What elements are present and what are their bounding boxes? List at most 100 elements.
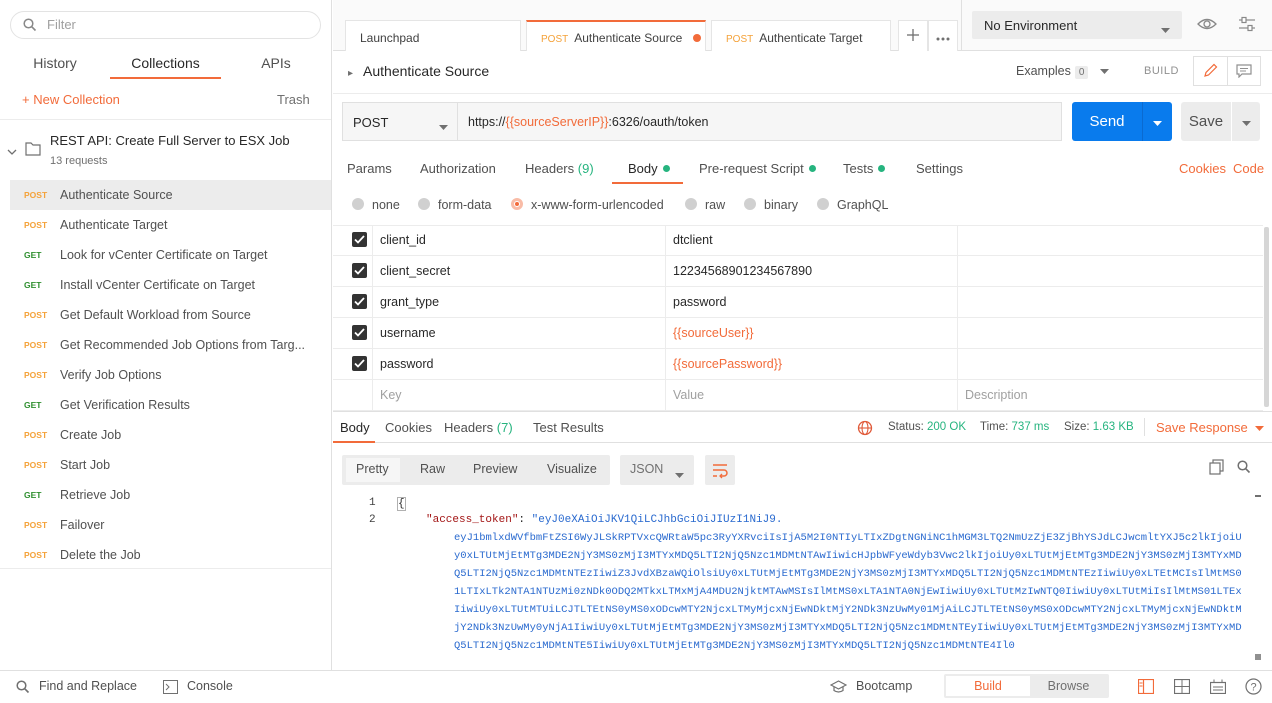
description-placeholder[interactable]: Description	[965, 388, 1028, 402]
row-key[interactable]: client_id	[380, 233, 426, 247]
more-tabs-button[interactable]	[928, 20, 958, 51]
row-checkbox[interactable]	[352, 325, 367, 340]
environment-select[interactable]: No Environment	[972, 11, 1182, 39]
sidebar-request-item[interactable]: POST Authenticate Source	[10, 180, 331, 210]
row-value[interactable]: 12234568901234567890	[673, 264, 812, 278]
sidebar-request-item[interactable]: POST Delete the Job	[10, 540, 331, 570]
build-mode-button[interactable]: Build	[946, 676, 1030, 696]
response-tab-test-results[interactable]: Test Results	[533, 420, 604, 435]
row-value[interactable]: {{sourcePassword}}	[673, 357, 782, 371]
row-checkbox[interactable]	[352, 232, 367, 247]
filter-input[interactable]	[47, 17, 307, 32]
bootcamp-button[interactable]: Bootcamp	[856, 679, 912, 693]
code-link[interactable]: Code	[1233, 161, 1264, 176]
response-tab-headers[interactable]: Headers (7)	[444, 420, 513, 435]
scrollbar[interactable]	[1264, 227, 1269, 407]
response-tab-body[interactable]: Body	[340, 420, 370, 435]
tab-settings[interactable]: Settings	[916, 161, 963, 176]
find-replace-button[interactable]: Find and Replace	[39, 679, 137, 693]
send-options-button[interactable]	[1143, 102, 1172, 141]
radio-graphql[interactable]: GraphQL	[817, 198, 888, 212]
trash-button[interactable]: Trash	[277, 92, 310, 107]
row-value[interactable]: password	[673, 295, 727, 309]
save-button[interactable]: Save	[1181, 102, 1231, 141]
environment-quick-look-button[interactable]	[1192, 11, 1222, 39]
tab-authorization[interactable]: Authorization	[420, 161, 496, 176]
tab-collections[interactable]: Collections	[110, 55, 221, 79]
sidebar-request-item[interactable]: POST Get Recommended Job Options from Tar…	[10, 330, 331, 360]
tab-tests[interactable]: Tests	[843, 161, 886, 176]
row-key[interactable]: password	[380, 357, 434, 371]
save-options-button[interactable]	[1232, 102, 1260, 141]
time-value[interactable]: 737 ms	[1012, 421, 1050, 433]
keyboard-shortcuts-icon[interactable]	[1209, 679, 1227, 697]
format-tab-preview[interactable]: Preview	[473, 462, 517, 476]
copy-icon[interactable]	[1209, 459, 1225, 478]
wrap-lines-button[interactable]	[705, 455, 735, 485]
edit-button[interactable]	[1193, 56, 1227, 86]
sidebar-request-item[interactable]: GET Look for vCenter Certificate on Targe…	[10, 240, 331, 270]
chevron-down-icon[interactable]	[7, 144, 17, 159]
row-checkbox[interactable]	[352, 294, 367, 309]
radio-none[interactable]: none	[352, 198, 400, 212]
new-tab-button[interactable]	[898, 20, 928, 51]
browse-mode-button[interactable]: Browse	[1030, 676, 1107, 696]
sidebar-request-item[interactable]: GET Retrieve Job	[10, 480, 331, 510]
comments-button[interactable]	[1227, 56, 1261, 86]
tab-apis[interactable]: APIs	[236, 55, 316, 79]
status-value[interactable]: 200 OK	[927, 421, 966, 433]
format-type-select[interactable]: JSON	[620, 455, 694, 485]
tab-authenticate-target[interactable]: POST Authenticate Target	[711, 20, 891, 51]
sidebar-request-item[interactable]: GET Install vCenter Certificate on Target	[10, 270, 331, 300]
row-checkbox[interactable]	[352, 263, 367, 278]
tab-prerequest-script[interactable]: Pre-request Script	[699, 161, 816, 176]
row-key[interactable]: username	[380, 326, 436, 340]
url-input[interactable]: https://{{sourceServerIP}}:6326/oauth/to…	[457, 102, 1062, 141]
radio-binary[interactable]: binary	[744, 198, 798, 212]
two-pane-view-icon[interactable]	[1137, 678, 1155, 697]
sidebar-request-item[interactable]: POST Start Job	[10, 450, 331, 480]
manage-environments-button[interactable]	[1232, 11, 1262, 39]
tab-launchpad[interactable]: Launchpad	[345, 20, 521, 51]
row-key[interactable]: grant_type	[380, 295, 439, 309]
size-value[interactable]: 1.63 KB	[1093, 421, 1134, 433]
sidebar-request-item[interactable]: POST Failover	[10, 510, 331, 540]
format-tab-raw[interactable]: Raw	[420, 462, 445, 476]
sidebar-request-item[interactable]: POST Get Default Workload from Source	[10, 300, 331, 330]
key-placeholder[interactable]: Key	[380, 388, 402, 402]
format-tab-pretty[interactable]: Pretty	[356, 462, 389, 476]
method-select[interactable]: POST	[342, 102, 458, 141]
sidebar-request-item[interactable]: GET Get Verification Results	[10, 390, 331, 420]
send-button[interactable]: Send	[1072, 102, 1142, 141]
sidebar-request-item[interactable]: POST Verify Job Options	[10, 360, 331, 390]
row-key[interactable]: client_secret	[380, 264, 450, 278]
value-placeholder[interactable]: Value	[673, 388, 704, 402]
tab-authenticate-source[interactable]: POST Authenticate Source	[526, 20, 706, 51]
search-icon[interactable]	[1237, 460, 1251, 477]
tab-params[interactable]: Params	[347, 161, 392, 176]
sidebar-request-item[interactable]: POST Create Job	[10, 420, 331, 450]
new-collection-button[interactable]: + New Collection	[22, 92, 120, 107]
globe-icon[interactable]	[857, 420, 873, 439]
scrollbar-thumb[interactable]	[1255, 654, 1261, 660]
row-value[interactable]: dtclient	[673, 233, 713, 247]
response-tab-cookies[interactable]: Cookies	[385, 420, 432, 435]
tab-body[interactable]: Body	[628, 161, 670, 176]
filter-box[interactable]	[10, 11, 321, 39]
radio-raw[interactable]: raw	[685, 198, 725, 212]
row-value[interactable]: {{sourceUser}}	[673, 326, 754, 340]
row-checkbox[interactable]	[352, 356, 367, 371]
save-response-button[interactable]: Save Response	[1156, 420, 1265, 435]
grid-view-icon[interactable]	[1173, 678, 1191, 697]
format-tab-visualize[interactable]: Visualize	[547, 462, 597, 476]
request-breadcrumb[interactable]: ▸ Authenticate Source	[348, 63, 489, 79]
console-button[interactable]: Console	[187, 679, 233, 693]
radio-form-data[interactable]: form-data	[418, 198, 492, 212]
examples-dropdown[interactable]: Examples 0	[1016, 64, 1109, 79]
sidebar-request-item[interactable]: POST Authenticate Target	[10, 210, 331, 240]
tab-history[interactable]: History	[15, 55, 95, 79]
help-icon[interactable]: ?	[1245, 678, 1262, 698]
collection-name[interactable]: REST API: Create Full Server to ESX Job	[50, 133, 290, 148]
radio-x-www-form-urlencoded[interactable]: x-www-form-urlencoded	[511, 198, 664, 212]
cookies-link[interactable]: Cookies	[1179, 161, 1226, 176]
